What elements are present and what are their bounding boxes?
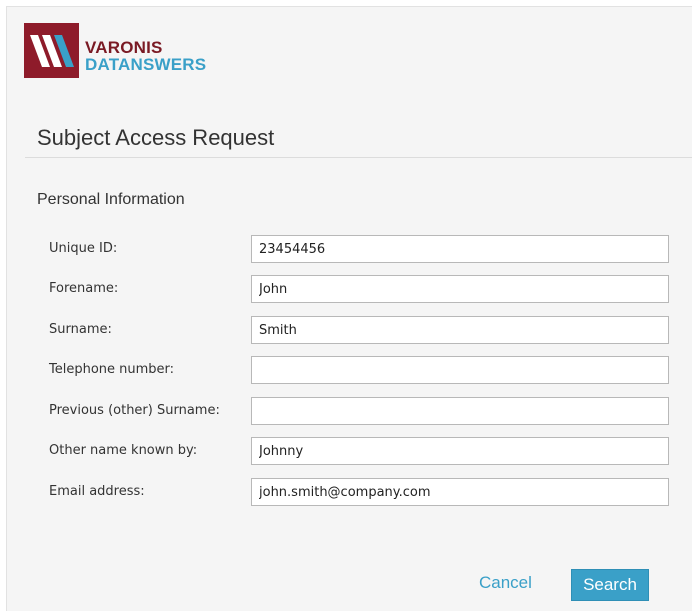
- email-input[interactable]: [251, 478, 669, 506]
- other-name-input[interactable]: [251, 437, 669, 465]
- field-row-telephone: Telephone number:: [7, 356, 692, 384]
- page-title: Subject Access Request: [37, 125, 275, 150]
- field-row-forename: Forename:: [7, 275, 692, 303]
- forename-label: Forename:: [49, 281, 119, 296]
- telephone-label: Telephone number:: [49, 362, 175, 377]
- field-row-email: Email address:: [7, 478, 692, 506]
- unique-id-label: Unique ID:: [49, 241, 118, 256]
- email-label: Email address:: [49, 484, 145, 499]
- other-name-label: Other name known by:: [49, 443, 198, 458]
- field-row-surname: Surname:: [7, 316, 692, 344]
- surname-input[interactable]: [251, 316, 669, 344]
- telephone-input[interactable]: [251, 356, 669, 384]
- surname-label: Surname:: [49, 322, 112, 337]
- title-divider: [25, 157, 692, 158]
- field-row-unique-id: Unique ID:: [7, 235, 692, 263]
- forename-input[interactable]: [251, 275, 669, 303]
- cancel-button[interactable]: Cancel: [479, 573, 532, 593]
- unique-id-input[interactable]: [251, 235, 669, 263]
- field-row-other-name: Other name known by:: [7, 437, 692, 465]
- field-row-previous-surname: Previous (other) Surname:: [7, 397, 692, 425]
- section-title: Personal Information: [37, 191, 185, 208]
- varonis-logo-icon: [24, 23, 79, 78]
- brand-line-1: VARONIS: [85, 38, 163, 57]
- brand-line-2: DATANSWERS: [85, 55, 207, 74]
- previous-surname-input[interactable]: [251, 397, 669, 425]
- previous-surname-label: Previous (other) Surname:: [49, 403, 220, 418]
- brand-wordmark: VARONIS DATANSWERS: [85, 39, 206, 73]
- search-button[interactable]: Search: [571, 569, 649, 601]
- brand-logo: VARONIS DATANSWERS: [24, 23, 234, 79]
- form-panel: VARONIS DATANSWERS Subject Access Reques…: [6, 6, 692, 611]
